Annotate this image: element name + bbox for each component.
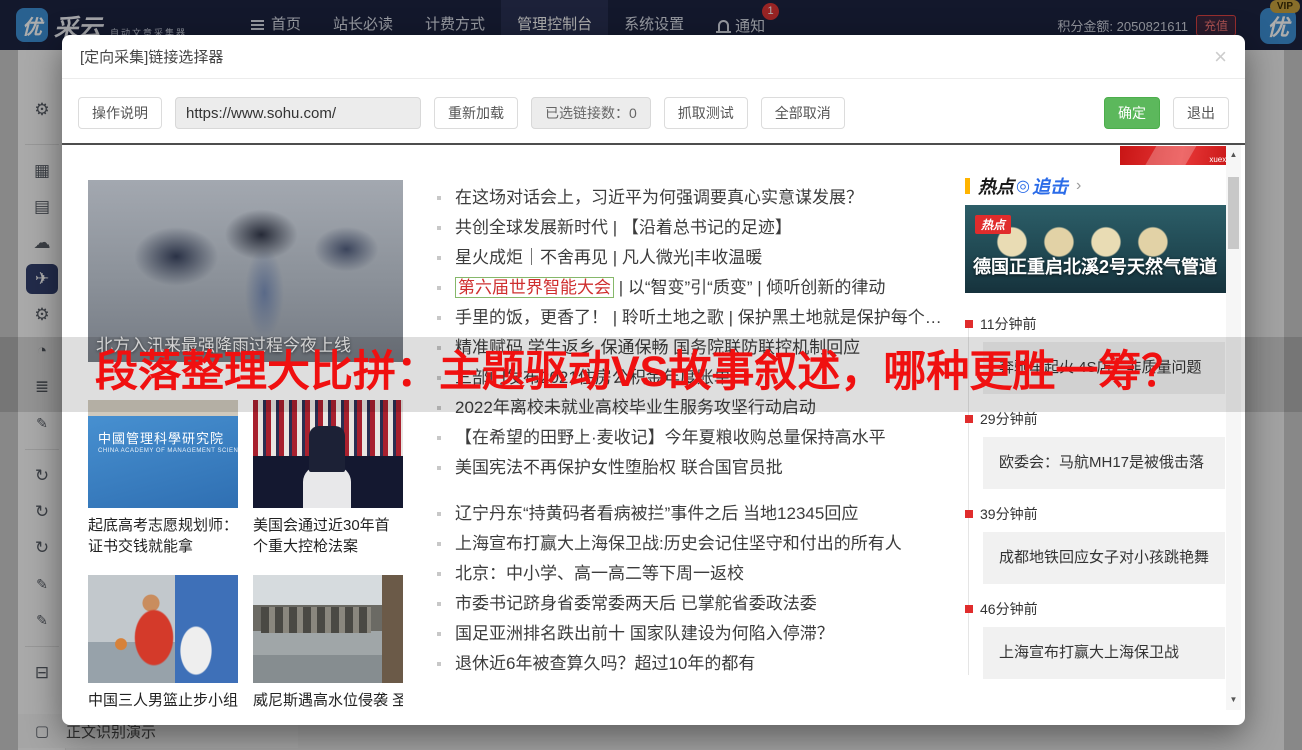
sign-title-text: 中國管理科學研究院: [98, 432, 225, 447]
timeline-entry[interactable]: 11分钟前 奔驰车起火 4S店：非质量问题: [965, 315, 1227, 394]
news-link[interactable]: 【在希望的田野上·麦收记】今年夏粮收购总量保持高水平: [435, 423, 955, 453]
news-link[interactable]: 手里的饭，更香了！ | 聆听土地之歌 | 保护黑土地就是保护每个…: [435, 303, 955, 333]
photo-news-caption: 威尼斯遇高水位侵袭 圣: [253, 692, 403, 709]
photo-news-card[interactable]: 威尼斯遇高水位侵袭 圣: [253, 575, 403, 710]
exit-button[interactable]: 退出: [1173, 97, 1229, 129]
news-link-text: 国足亚洲排名跌出前十 国家队建设为何陷入停滞？: [455, 624, 834, 643]
hotspot-featured-image[interactable]: 热点 德国正重启北溪2号天然气管道: [965, 205, 1226, 293]
news-link[interactable]: 三部门发布2021住房公积金年度账单: [435, 363, 955, 393]
news-link[interactable]: 星火成炬｜不舍再见 | 凡人微光|丰收温暖: [435, 243, 955, 273]
news-group-gap: [435, 483, 955, 499]
news-link-text: 精准赋码 学生返乡 保通保畅 国务院联防联控机制回应: [455, 338, 861, 357]
modal-title: [定向采集]链接选择器: [80, 49, 224, 66]
timeline-headline[interactable]: 上海宣布打赢大上海保卫战: [983, 627, 1225, 679]
news-link-text: 北京：中小学、高一高二等下周一返校: [455, 564, 744, 583]
news-link-text: 星火成炬｜不舍再见 | 凡人微光|丰收温暖: [455, 248, 763, 267]
timeline-entry[interactable]: 39分钟前 成都地铁回应女子对小孩跳艳舞: [965, 505, 1227, 584]
link-selector-modal: [定向采集]链接选择器 × 操作说明 重新加载 已选链接数：0 抓取测试 全部取…: [62, 35, 1245, 725]
news-list-group-2: 辽宁丹东“持黄码者看病被拦”事件之后 当地12345回应 上海宣布打赢大上海保卫…: [435, 499, 955, 679]
help-button[interactable]: 操作说明: [78, 97, 162, 129]
timeline-entry[interactable]: 46分钟前 上海宣布打赢大上海保卫战: [965, 600, 1227, 679]
timeline-headline[interactable]: 奔驰车起火 4S店：非质量问题: [983, 342, 1225, 394]
news-link-text: 市委书记跻身省委常委两天后 已掌舵省委政法委: [455, 594, 817, 613]
scroll-down-icon[interactable]: ▼: [1226, 692, 1241, 708]
scrollbar-thumb[interactable]: [1228, 177, 1239, 249]
sign-subtitle-text: CHINA ACADEMY OF MANAGEMENT SCIENCE: [98, 448, 238, 454]
confirm-button[interactable]: 确定: [1104, 97, 1160, 129]
highlighted-news-link[interactable]: 第六届世界智能大会: [455, 277, 614, 298]
photo-news-image: 中國管理科學研究院 CHINA ACADEMY OF MANAGEMENT SC…: [88, 400, 238, 508]
news-link-text: 美国宪法不再保护女性堕胎权 联合国官员批: [455, 458, 783, 477]
hotspot-featured-caption: 德国正重启北溪2号天然气管道: [973, 257, 1218, 277]
hotspot-title-black: 热点: [978, 177, 1014, 197]
featured-image-caption: 北方入汛来最强降雨过程今夜上线: [96, 336, 351, 355]
photo-news-caption: 美国会通过近30年首个重大控枪法案: [253, 517, 390, 555]
news-link-text: 2022年离校未就业高校毕业生服务攻坚行动启动: [455, 398, 816, 417]
news-link[interactable]: 北京：中小学、高一高二等下周一返校: [435, 559, 955, 589]
grab-test-button[interactable]: 抓取测试: [663, 97, 748, 129]
embedded-webpage: xuexi 北方入汛来最强降雨过程今夜上线 中國管理科學研究院 CHINA AC…: [62, 143, 1245, 710]
news-link-text: | 以“智变”引“质变” | 倾听创新的律动: [614, 278, 886, 297]
timeline-timestamp: 46分钟前: [980, 601, 1038, 617]
timeline-timestamp: 39分钟前: [980, 506, 1038, 522]
yellow-bar-icon: [965, 178, 970, 194]
photo-news-caption: 起底高考志愿规划师：证书交钱就能拿: [88, 517, 238, 555]
news-link[interactable]: 在这场对话会上，习近平为何强调要真心实意谋发展？: [435, 183, 955, 213]
news-link-text: 上海宣布打赢大上海保卫战:历史会记住坚守和付出的所有人: [455, 534, 902, 553]
target-icon: ◎: [1016, 178, 1030, 195]
ad-banner[interactable]: xuexi: [1120, 146, 1232, 165]
news-link[interactable]: 第六届世界智能大会 | 以“智变”引“质变” | 倾听创新的律动: [435, 273, 955, 303]
timeline-headline[interactable]: 欧委会：马航MH17是被俄击落: [983, 437, 1225, 489]
page-news-column: 在这场对话会上，习近平为何强调要真心实意谋发展？ 共创全球发展新时代 | 【沿着…: [435, 183, 955, 679]
modal-toolbar: 操作说明 重新加载 已选链接数：0 抓取测试 全部取消 确定 退出: [78, 96, 1229, 130]
hotspot-badge: 热点: [975, 215, 1012, 234]
news-link[interactable]: 国足亚洲排名跌出前十 国家队建设为何陷入停滞？: [435, 619, 955, 649]
photo-card-grid: 中國管理科學研究院 CHINA ACADEMY OF MANAGEMENT SC…: [88, 400, 408, 710]
photo-news-image: [253, 575, 403, 683]
news-link-text: 共创全球发展新时代 | 【沿着总书记的足迹】: [455, 218, 792, 237]
hotspot-title-blue: 追击: [1031, 177, 1068, 197]
photo-news-card[interactable]: 中國管理科學研究院 CHINA ACADEMY OF MANAGEMENT SC…: [88, 400, 238, 557]
news-link[interactable]: 美国宪法不再保护女性堕胎权 联合国官员批: [435, 453, 955, 483]
timeline-entry[interactable]: 29分钟前 欧委会：马航MH17是被俄击落: [965, 410, 1227, 489]
timeline-timestamp: 11分钟前: [980, 316, 1037, 332]
timeline-headline[interactable]: 成都地铁回应女子对小孩跳艳舞: [983, 532, 1225, 584]
photo-news-caption: 中国三人男篮止步小组赛: [88, 692, 238, 709]
timeline-timestamp: 29分钟前: [980, 411, 1038, 427]
close-icon[interactable]: ×: [1214, 45, 1227, 68]
news-link[interactable]: 辽宁丹东“持黄码者看病被拦”事件之后 当地12345回应: [435, 499, 955, 529]
page-scrollbar[interactable]: ▲ ▼: [1226, 145, 1241, 710]
hotspot-sidebar: 热点 ◎ 追击 › 热点 德国正重启北溪2号天然气管道 11分钟前 奔驰车起火 …: [965, 175, 1227, 695]
news-link-text: 【在希望的田野上·麦收记】今年夏粮收购总量保持高水平: [455, 428, 886, 447]
news-link[interactable]: 退休近6年被查算久吗？超过10年的都有: [435, 649, 955, 679]
news-list-group-1: 在这场对话会上，习近平为何强调要真心实意谋发展？ 共创全球发展新时代 | 【沿着…: [435, 183, 955, 483]
photo-news-card[interactable]: 中国三人男篮止步小组赛: [88, 575, 238, 710]
reload-button[interactable]: 重新加载: [434, 97, 518, 129]
news-link-text: 辽宁丹东“持黄码者看病被拦”事件之后 当地12345回应: [455, 504, 859, 523]
news-link[interactable]: 精准赋码 学生返乡 保通保畅 国务院联防联控机制回应: [435, 333, 955, 363]
url-input[interactable]: [175, 97, 421, 129]
news-link[interactable]: 上海宣布打赢大上海保卫战:历史会记住坚守和付出的所有人: [435, 529, 955, 559]
photo-news-image: [88, 575, 238, 683]
hotspot-header[interactable]: 热点 ◎ 追击 ›: [965, 175, 1227, 197]
page-left-column: 北方入汛来最强降雨过程今夜上线 中國管理科學研究院 CHINA ACADEMY …: [88, 180, 403, 710]
scroll-up-icon[interactable]: ▲: [1226, 147, 1241, 163]
news-link-text: 退休近6年被查算久吗？超过10年的都有: [455, 654, 756, 673]
photo-news-card[interactable]: 美国会通过近30年首个重大控枪法案: [253, 400, 403, 557]
hotspot-timeline: 11分钟前 奔驰车起火 4S店：非质量问题 29分钟前 欧委会：马航MH17是被…: [965, 315, 1227, 679]
featured-news-image[interactable]: 北方入汛来最强降雨过程今夜上线: [88, 180, 403, 362]
modal-header: [定向采集]链接选择器 ×: [62, 35, 1245, 79]
news-link[interactable]: 共创全球发展新时代 | 【沿着总书记的足迹】: [435, 213, 955, 243]
news-link-text: 三部门发布2021住房公积金年度账单: [455, 368, 731, 387]
news-link[interactable]: 2022年离校未就业高校毕业生服务攻坚行动启动: [435, 393, 955, 423]
selected-links-counter: 已选链接数：0: [531, 97, 651, 129]
news-link-text: 在这场对话会上，习近平为何强调要真心实意谋发展？: [455, 188, 863, 207]
photo-news-image: [253, 400, 403, 508]
news-link[interactable]: 市委书记跻身省委常委两天后 已掌舵省委政法委: [435, 589, 955, 619]
news-link-text: 手里的饭，更香了！ | 聆听土地之歌 | 保护黑土地就是保护每个…: [455, 308, 942, 327]
chevron-right-icon: ›: [1075, 177, 1082, 194]
cancel-all-button[interactable]: 全部取消: [760, 97, 845, 129]
